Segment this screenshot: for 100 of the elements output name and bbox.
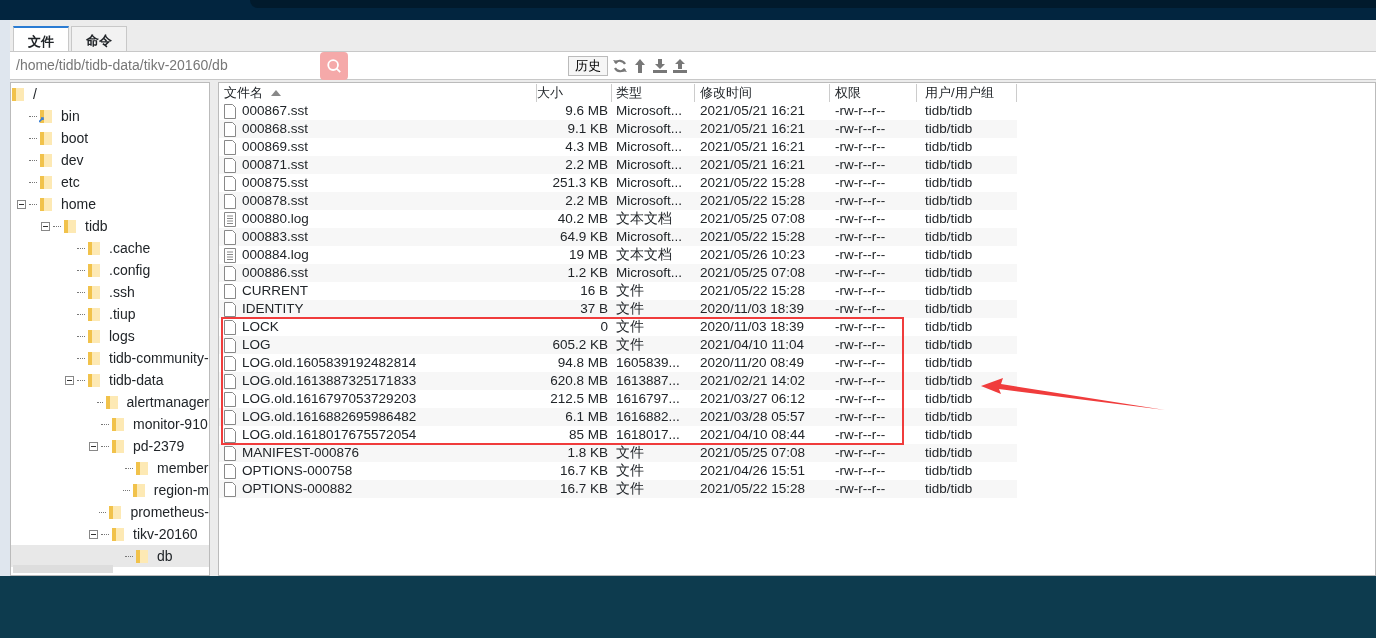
table-cell: 2020/11/03 18:39 bbox=[700, 300, 805, 316]
table-cell: tidb/tidb bbox=[925, 390, 973, 406]
table-cell: 2021/05/25 07:08 bbox=[700, 210, 806, 226]
scrollbar[interactable] bbox=[13, 565, 113, 573]
table-cell: -rw-r--r-- bbox=[835, 120, 886, 136]
tab[interactable]: 文件 bbox=[13, 26, 69, 51]
table-cell: tidb/tidb bbox=[925, 426, 973, 442]
table-cell: tidb/tidb bbox=[925, 102, 973, 118]
table-cell: 9.6 MB bbox=[565, 102, 608, 118]
table-cell: 19 MB bbox=[568, 246, 608, 262]
tree-item[interactable]: etc bbox=[11, 171, 209, 193]
table-cell: 文件 bbox=[616, 300, 644, 316]
column-header[interactable]: 用户/用户组 bbox=[917, 83, 1017, 102]
folder-icon bbox=[63, 218, 77, 234]
table-cell: tidb/tidb bbox=[925, 408, 973, 424]
table-cell: -rw-r--r-- bbox=[835, 300, 886, 316]
table-cell: 2021/04/26 15:51 bbox=[700, 462, 806, 478]
tree-item[interactable]: member bbox=[11, 457, 209, 479]
table-cell: Microsoft... bbox=[616, 120, 682, 136]
table-cell: Microsoft... bbox=[616, 102, 682, 118]
table-cell: tidb/tidb bbox=[925, 318, 973, 334]
tree-item[interactable]: .config bbox=[11, 259, 209, 281]
tree-item[interactable]: alertmanager bbox=[11, 391, 209, 413]
download-icon[interactable] bbox=[652, 57, 668, 74]
column-header[interactable]: 大小 bbox=[537, 83, 612, 102]
search-icon bbox=[326, 56, 342, 75]
table-cell: -rw-r--r-- bbox=[835, 138, 886, 154]
refresh-icon[interactable] bbox=[612, 57, 628, 74]
tree-item[interactable]: monitor-910 bbox=[11, 413, 209, 435]
table-cell: 2021/04/10 11:04 bbox=[700, 336, 805, 352]
tree-item[interactable]: tidb bbox=[11, 215, 209, 237]
table-cell: 2021/05/21 16:21 bbox=[700, 156, 806, 172]
collapse-toggle[interactable] bbox=[89, 441, 98, 451]
table-cell: 文件 bbox=[616, 480, 644, 496]
collapse-toggle[interactable] bbox=[65, 375, 74, 385]
folder-icon bbox=[135, 548, 149, 564]
table-cell: -rw-r--r-- bbox=[835, 390, 886, 406]
table-cell: tidb/tidb bbox=[925, 372, 973, 388]
table-cell: Microsoft... bbox=[616, 228, 682, 244]
table-cell: -rw-r--r-- bbox=[835, 228, 886, 244]
table-cell: 2021/05/22 15:28 bbox=[700, 174, 806, 190]
table-cell: Microsoft... bbox=[616, 156, 682, 172]
tree-item[interactable]: .cache bbox=[11, 237, 209, 259]
tree-item[interactable]: boot bbox=[11, 127, 209, 149]
path-field[interactable]: /home/tidb/tidb-data/tikv-20160/db bbox=[16, 55, 316, 76]
table-cell: 2021/03/28 05:57 bbox=[700, 408, 806, 424]
collapse-toggle[interactable] bbox=[89, 529, 98, 539]
tree-item[interactable]: .tiup bbox=[11, 303, 209, 325]
table-cell: 文本文档 bbox=[616, 246, 672, 262]
table-cell: 2021/05/25 07:08 bbox=[700, 444, 806, 460]
tree-item[interactable]: pd-2379 bbox=[11, 435, 209, 457]
table-cell: 2.2 MB bbox=[565, 156, 608, 172]
collapse-toggle[interactable] bbox=[41, 221, 50, 231]
table-cell: tidb/tidb bbox=[925, 210, 973, 226]
column-header[interactable]: 修改时间 bbox=[695, 83, 830, 102]
table-cell: 16.7 KB bbox=[559, 462, 608, 478]
table-cell: -rw-r--r-- bbox=[835, 210, 886, 226]
tree-item[interactable]: tidb-community- bbox=[11, 347, 209, 369]
table-cell: -rw-r--r-- bbox=[835, 102, 886, 118]
table-cell: -rw-r--r-- bbox=[835, 372, 886, 388]
table-cell: tidb/tidb bbox=[925, 246, 973, 262]
column-header[interactable]: 权限 bbox=[830, 83, 917, 102]
collapse-toggle[interactable] bbox=[17, 199, 26, 209]
folder-icon bbox=[135, 460, 149, 476]
table-cell: 1616882... bbox=[616, 408, 680, 424]
table-cell: 16.7 KB bbox=[559, 480, 608, 496]
folder-icon bbox=[87, 306, 101, 322]
table-cell: tidb/tidb bbox=[925, 444, 973, 460]
table-cell: 1616797... bbox=[616, 390, 680, 406]
tree-item[interactable]: region-m bbox=[11, 479, 209, 501]
history-button[interactable]: 历史 bbox=[568, 55, 608, 76]
tree-item[interactable]: bin bbox=[11, 105, 209, 127]
table-cell: -rw-r--r-- bbox=[835, 246, 886, 262]
table-cell: tidb/tidb bbox=[925, 228, 973, 244]
table-cell: 2021/05/21 16:21 bbox=[700, 120, 806, 136]
tree-item[interactable]: prometheus- bbox=[11, 501, 209, 523]
table-cell: 1613887... bbox=[616, 372, 680, 388]
upload-icon[interactable] bbox=[672, 57, 688, 74]
column-header[interactable]: 文件名 bbox=[219, 83, 537, 102]
tree-item[interactable]: tidb-data bbox=[11, 369, 209, 391]
tree-item[interactable]: tikv-20160 bbox=[11, 523, 209, 545]
tree-item[interactable]: dev bbox=[11, 149, 209, 171]
up-arrow-icon[interactable] bbox=[632, 57, 648, 74]
tree-item[interactable]: db bbox=[11, 545, 209, 567]
table-cell: tidb/tidb bbox=[925, 192, 973, 208]
folder-icon bbox=[87, 284, 101, 300]
table-cell: Microsoft... bbox=[616, 174, 682, 190]
table-cell: 文件 bbox=[616, 318, 644, 334]
table-cell: 2021/05/21 16:21 bbox=[700, 138, 806, 154]
tab[interactable]: 命令 bbox=[71, 26, 127, 51]
tree-item[interactable]: .ssh bbox=[11, 281, 209, 303]
folder-icon bbox=[104, 394, 119, 410]
table-cell: tidb/tidb bbox=[925, 156, 973, 172]
tree-item[interactable]: home bbox=[11, 193, 209, 215]
tree-item[interactable]: / bbox=[11, 83, 209, 105]
tree-item[interactable]: logs bbox=[11, 325, 209, 347]
table-cell: -rw-r--r-- bbox=[835, 264, 886, 280]
table-cell: 2021/04/10 08:44 bbox=[700, 426, 806, 442]
table-cell: tidb/tidb bbox=[925, 138, 973, 154]
column-header[interactable]: 类型 bbox=[612, 83, 695, 102]
